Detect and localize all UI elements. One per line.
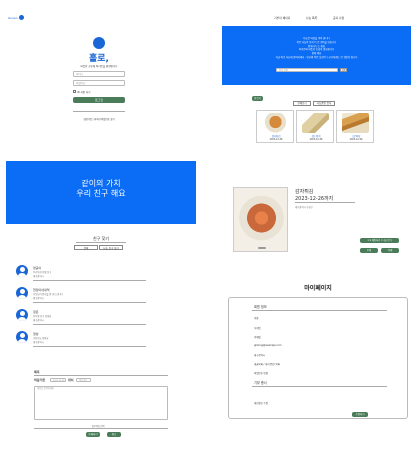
product-date: 2023-12-26 xyxy=(269,138,283,141)
nickname-label: 닉네임 xyxy=(254,327,261,330)
detail-date: 2023-12-26까지 xyxy=(295,196,334,202)
name-label: 이름 xyxy=(254,317,259,320)
divider xyxy=(33,324,146,325)
location-input[interactable]: 대구 동구 xyxy=(76,378,91,382)
password-change-link[interactable]: 비밀번호 변경 xyxy=(254,371,268,375)
divider xyxy=(252,386,387,387)
product-card[interactable]: 감자튀김 2023-12-26 xyxy=(256,110,294,143)
remember-checkbox[interactable] xyxy=(73,90,76,93)
friend-item[interactable]: 정은 유학생 친구 찾아요 대구광역시 xyxy=(16,309,146,325)
divider xyxy=(33,346,146,347)
avatar xyxy=(16,265,28,277)
submit-button[interactable]: 등록하기 xyxy=(86,432,100,437)
mypage-title: 마이페이지 xyxy=(304,285,332,292)
delete-button[interactable]: 삭제 xyxy=(381,248,399,253)
brand-name: Grown xyxy=(8,16,18,20)
detail-image-frame xyxy=(233,187,288,252)
detail-title: 감자튀김 xyxy=(295,189,314,195)
product-card[interactable]: 크로와상 2023-12-26 xyxy=(336,110,374,143)
divider xyxy=(295,202,355,203)
login-button[interactable]: 로그인 xyxy=(73,97,125,103)
product-image xyxy=(302,113,329,133)
chat-button[interactable]: 1:1 채팅하기 / 나눔 받기 xyxy=(360,238,399,243)
section-member-info: 회원 정보 xyxy=(254,305,267,309)
product-image xyxy=(262,113,289,133)
remember-label: ID 저장 하기 xyxy=(77,91,91,94)
email-value: gildong@example.com xyxy=(254,344,282,347)
product-image xyxy=(342,113,369,133)
divider xyxy=(34,428,168,429)
divider xyxy=(252,310,387,311)
login-subtitle: 따뜻한 공유에 여러분을 환영합니다 xyxy=(80,65,118,68)
friend-item[interactable]: 영공이 우리동네 학생 친구 대구광역시 xyxy=(16,265,146,281)
avatar xyxy=(16,309,28,321)
location-label: 위치 xyxy=(68,378,74,382)
mypage-edit-button[interactable]: 수정하기 xyxy=(352,412,368,417)
avatar xyxy=(16,331,28,343)
write-button[interactable]: 글쓰기 xyxy=(252,96,263,101)
title-underline[interactable] xyxy=(34,375,168,376)
brand-icon xyxy=(19,15,24,20)
banner-line: 지금 바로 나눔에 참여하세요 - 당신의 작은 실천이 누군가에게는 큰 희망… xyxy=(275,55,358,59)
tab-all[interactable]: 전체보기 xyxy=(293,101,311,106)
friend-item[interactable]: 형성 공유나눔 좋아요 대구광역시 xyxy=(16,331,146,347)
friend-location: 대구광역시 xyxy=(33,319,44,322)
brand-logo[interactable]: Grown xyxy=(8,16,18,20)
divider xyxy=(76,242,126,243)
id-input[interactable]: 아이디 xyxy=(73,71,125,77)
deadline-label: 마감기한 xyxy=(34,378,46,382)
divider xyxy=(33,280,146,281)
friend-location: 대구광역시 xyxy=(33,341,44,344)
banner-text: 나눔은 마음을 이어 줍니다 작은 나눔이 모여 더 큰 행복을 만듭니다 함께… xyxy=(232,37,401,60)
login-title: 홀로, xyxy=(89,54,109,64)
detail-food-image xyxy=(237,192,286,244)
tab-friends-find[interactable]: 나눔 친구 찾기 xyxy=(99,245,123,250)
edit-button[interactable]: 수정 xyxy=(360,248,378,253)
friends-banner-line2: 우리 친구 해요 xyxy=(76,189,126,198)
cancel-button[interactable]: 취소 xyxy=(107,432,121,437)
divider xyxy=(33,302,146,303)
friend-item[interactable]: 현정이네새댁 부모님이 음식을 잘 만드십니다 대구광역시 xyxy=(16,287,146,303)
friend-location: 대구광역시 xyxy=(33,297,44,300)
avatar xyxy=(16,287,28,299)
login-logo-icon xyxy=(93,37,105,49)
product-date: 2023-12-26 xyxy=(309,138,323,141)
tab-sharing[interactable]: 나눔중인 음식 xyxy=(313,101,335,106)
email-label: 이메일 xyxy=(254,336,261,339)
nav-item[interactable]: 나눔 목록 xyxy=(306,16,317,20)
auth-links[interactable]: 회원가입 | 아이디/비밀번호 찾기 xyxy=(70,117,128,121)
search-button[interactable]: 검색 xyxy=(340,68,347,72)
tab-friends-all[interactable]: 전체 xyxy=(74,245,98,250)
nav-item[interactable]: 기부자 페이지 xyxy=(274,16,290,20)
my-posts-link[interactable]: 내글목록 / 내가 찜한 목록 xyxy=(254,362,280,366)
location-value: 대구광역시 xyxy=(254,354,265,357)
divider xyxy=(73,111,125,112)
search-input[interactable]: 음식 검색 xyxy=(276,68,338,72)
content-textarea[interactable]: 내용을 입력하세요 xyxy=(34,386,168,420)
detail-location: 대구광역시 수성구 xyxy=(295,206,313,209)
title-label: 제목 xyxy=(34,370,40,374)
deadline-input[interactable]: 2023.12.26 xyxy=(50,378,66,382)
product-date: 2023-12-26 xyxy=(349,138,363,141)
section-donation: 기부 증서 xyxy=(254,381,267,385)
edit-profile-link[interactable]: 개인정보 수정 xyxy=(254,401,268,405)
carousel-dots[interactable] xyxy=(258,247,266,249)
nav-item[interactable]: 공지 사항 xyxy=(333,16,344,20)
friend-location: 대구광역시 xyxy=(33,275,44,278)
password-input[interactable]: 비밀번호 xyxy=(73,80,125,86)
product-card[interactable]: 샌드위치 2023-12-26 xyxy=(296,110,334,143)
